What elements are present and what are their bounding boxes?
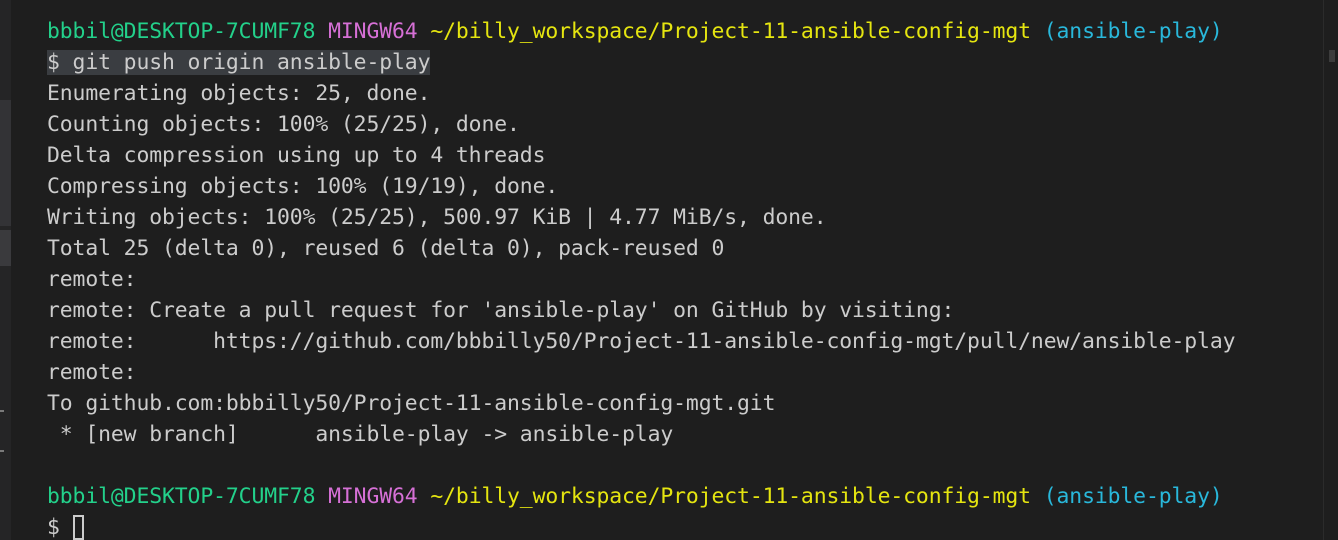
scrollbar-marker[interactable] (1329, 50, 1335, 62)
input-prompt: $ (47, 515, 73, 540)
output-line: remote: (47, 267, 137, 292)
output-line: Compressing objects: 100% (19/19), done. (47, 174, 559, 199)
prompt-line: bbbil@DESKTOP-7CUMF78 MINGW64 ~/billy_wo… (47, 481, 1235, 512)
output-line: Counting objects: 100% (25/25), done. (47, 112, 520, 137)
prompt-user-host: bbbil@DESKTOP-7CUMF78 (47, 484, 316, 509)
output-line-url[interactable]: remote: https://github.com/bbbilly50/Pro… (47, 326, 1235, 357)
prompt-shell: MINGW64 (328, 484, 418, 509)
terminal-window[interactable]: bbbil@DESKTOP-7CUMF78 MINGW64 ~/billy_wo… (0, 0, 1338, 540)
gutter-panel-active (0, 230, 11, 266)
gutter-panel (0, 100, 11, 226)
output-line: remote: (47, 360, 137, 385)
prompt-branch: (ansible-play) (1043, 19, 1223, 44)
prompt-branch: (ansible-play) (1043, 484, 1223, 509)
gutter-tick (0, 450, 4, 452)
output-line: * [new branch] ansible-play -> ansible-p… (47, 422, 674, 447)
output-line: To github.com:bbbilly50/Project-11-ansib… (47, 391, 776, 416)
terminal-output[interactable]: bbbil@DESKTOP-7CUMF78 MINGW64 ~/billy_wo… (47, 16, 1235, 540)
scrollbar[interactable] (1323, 0, 1338, 540)
prompt-user-host: bbbil@DESKTOP-7CUMF78 (47, 19, 316, 44)
prompt-path: ~/billy_workspace/Project-11-ansible-con… (430, 484, 1031, 509)
output-line: Delta compression using up to 4 threads (47, 143, 546, 168)
text-cursor (72, 515, 84, 540)
prompt-path: ~/billy_workspace/Project-11-ansible-con… (430, 19, 1031, 44)
command-text[interactable]: $ git push origin ansible-play (47, 50, 430, 75)
input-line[interactable]: $ (47, 512, 1235, 540)
prompt-shell: MINGW64 (328, 19, 418, 44)
prompt-line: bbbil@DESKTOP-7CUMF78 MINGW64 ~/billy_wo… (47, 16, 1235, 47)
output-line: Writing objects: 100% (25/25), 500.97 Ki… (47, 205, 827, 230)
gutter-tick (0, 410, 4, 412)
command-line: $ git push origin ansible-play (47, 47, 1235, 78)
output-line: Total 25 (delta 0), reused 6 (delta 0), … (47, 236, 725, 261)
side-gutter (0, 0, 11, 540)
output-line: Enumerating objects: 25, done. (47, 81, 431, 106)
output-line: remote: Create a pull request for 'ansib… (47, 298, 955, 323)
